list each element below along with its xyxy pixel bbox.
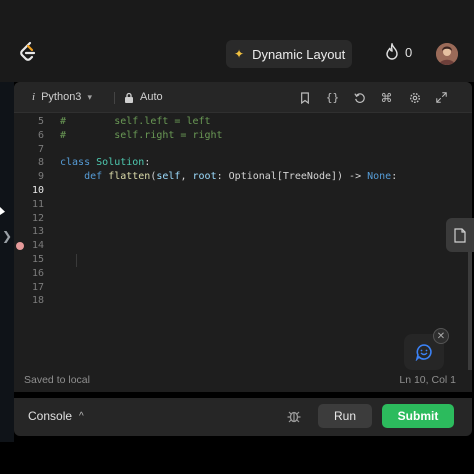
code-token: :: [144, 157, 151, 169]
submit-button[interactable]: Submit: [382, 404, 454, 428]
reset-icon[interactable]: [352, 90, 367, 105]
debug-bug-icon[interactable]: [286, 408, 302, 424]
fullscreen-icon[interactable]: [434, 90, 449, 105]
info-icon: i: [32, 91, 36, 103]
save-status: Saved to local: [24, 374, 90, 386]
code-token: class: [60, 157, 91, 169]
braces-icon[interactable]: {}: [325, 90, 340, 105]
fire-icon: [386, 43, 398, 60]
line-number: 9: [37, 171, 44, 183]
chevron-up-icon: ^: [79, 410, 84, 422]
sparkle-icon: ✦: [234, 47, 245, 61]
code-line[interactable]: 15: [14, 253, 454, 267]
expand-panel-chevron-icon[interactable]: ❯: [2, 229, 12, 243]
settings-icon[interactable]: [407, 90, 422, 105]
code-token: :: [391, 171, 398, 183]
document-icon: [454, 227, 466, 243]
code-token: self.right = right: [66, 129, 223, 141]
left-panel-edge: [0, 82, 14, 442]
code-line[interactable]: 13: [14, 225, 454, 239]
cursor-position: Ln 10, Col 1: [399, 374, 456, 386]
streak-counter[interactable]: 0: [384, 43, 412, 61]
code-token: root: [192, 171, 217, 183]
code-token: def: [84, 171, 103, 183]
shortcut-icon[interactable]: ⌘: [379, 90, 394, 105]
line-number: 7: [37, 143, 44, 155]
editor-toolbar: i Python3 ▾ Auto {} ⌘: [14, 82, 472, 113]
streak-count: 0: [405, 44, 413, 60]
line-text: def flatten(self, root: Optional[TreeNod…: [60, 170, 397, 184]
line-number: 11: [31, 198, 44, 210]
console-toggle[interactable]: Console ^: [28, 409, 84, 423]
code-token: None: [367, 171, 392, 183]
code-line[interactable]: 16: [14, 267, 454, 281]
mode-label: Auto: [140, 91, 163, 103]
code-line[interactable]: 10: [14, 184, 454, 198]
run-button[interactable]: Run: [318, 404, 372, 428]
console-label: Console: [28, 409, 73, 423]
code-line[interactable]: 17: [14, 281, 454, 295]
line-number: 13: [31, 226, 44, 238]
notes-tab-button[interactable]: [446, 218, 474, 252]
line-number: 15: [31, 253, 44, 265]
code-line[interactable]: 8 class Solution:: [14, 156, 454, 170]
line-number: 6: [37, 129, 44, 141]
lock-icon: [125, 92, 133, 103]
code-line[interactable]: 5 # self.left = left: [14, 115, 454, 129]
toolbar-divider: [114, 92, 115, 104]
line-text: # self.right = right: [60, 129, 223, 143]
code-token: : Optional[TreeNode]) ->: [216, 171, 368, 183]
line-number: 12: [31, 212, 44, 224]
code-line[interactable]: 6 # self.right = right: [14, 129, 454, 143]
indent-guide: [76, 254, 77, 267]
line-number: 17: [31, 281, 44, 293]
code-token: self: [156, 171, 181, 183]
code-token: Solution: [96, 157, 145, 169]
code-token: ,: [180, 171, 193, 183]
top-bar: ✦ Dynamic Layout 0: [0, 0, 474, 82]
language-label: Python3: [41, 91, 82, 103]
close-chat-icon[interactable]: ✕: [433, 328, 449, 344]
dynamic-layout-label: Dynamic Layout: [252, 46, 346, 62]
code-line[interactable]: 18: [14, 294, 454, 308]
dynamic-layout-button[interactable]: ✦ Dynamic Layout: [226, 40, 352, 68]
chevron-down-icon: ▾: [87, 91, 92, 102]
line-text: class Solution:: [60, 156, 150, 170]
line-number: 18: [31, 295, 44, 307]
console-bar: Console ^ Run Submit: [14, 398, 472, 436]
code-line[interactable]: 9 def flatten(self, root: Optional[TreeN…: [14, 170, 454, 184]
code-line[interactable]: 7: [14, 143, 454, 157]
code-line[interactable]: 14: [14, 239, 454, 253]
editor-status-bar: Saved to local Ln 10, Col 1: [14, 370, 472, 392]
breakpoint-marker[interactable]: [16, 242, 24, 250]
line-number: 16: [31, 267, 44, 279]
line-number: 10: [31, 184, 44, 196]
leetcode-logo-icon[interactable]: [16, 40, 40, 64]
code-line[interactable]: 11: [14, 198, 454, 212]
bookmark-icon[interactable]: [297, 90, 312, 105]
code-line[interactable]: 12: [14, 212, 454, 226]
avatar[interactable]: [436, 43, 458, 65]
line-text: # self.left = left: [60, 115, 211, 129]
code-token: flatten: [108, 171, 151, 183]
line-number: 8: [37, 157, 44, 169]
code-token: self.left = left: [66, 116, 211, 127]
line-number: 5: [37, 116, 44, 127]
language-selector[interactable]: i Python3 ▾: [32, 91, 92, 103]
code-area[interactable]: 5 # self.left = left 6 # self.right = right…: [14, 115, 454, 308]
auto-mode-toggle[interactable]: Auto: [124, 91, 163, 103]
chat-smile-icon: [415, 344, 432, 361]
